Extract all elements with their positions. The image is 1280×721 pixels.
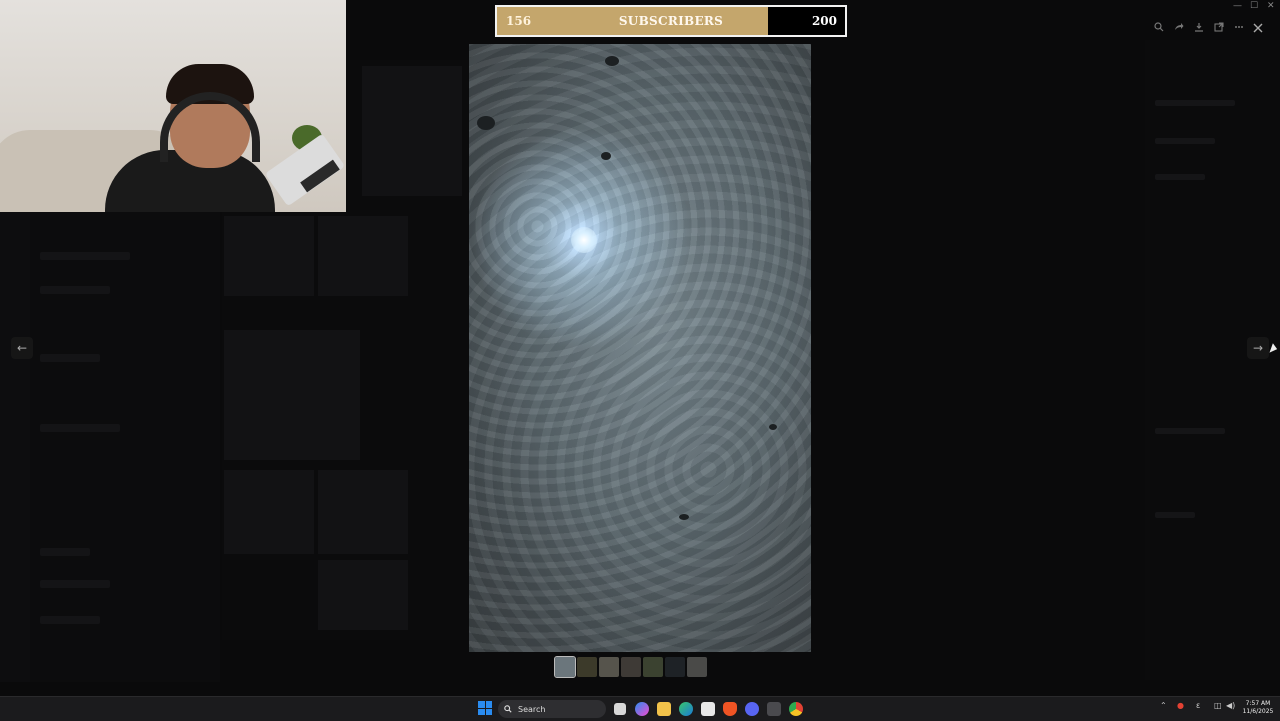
windows-start-icon[interactable]: [478, 701, 492, 715]
arrow-right-icon: →: [1252, 341, 1264, 355]
taskbar-search[interactable]: Search: [498, 700, 606, 718]
tray-overflow-icon[interactable]: ⌃: [1160, 701, 1167, 710]
open-external-icon[interactable]: [1210, 18, 1228, 36]
background-channel-row: [40, 616, 100, 624]
forward-icon[interactable]: [1170, 18, 1188, 36]
background-channel-row: [40, 580, 110, 588]
background-list-row: [1155, 100, 1235, 106]
background-list-row: [1155, 428, 1225, 434]
task-view-icon[interactable]: [614, 703, 626, 715]
taskbar-clock[interactable]: 7:57 AM 11/6/2025: [1240, 700, 1276, 716]
background-channel-row: [40, 354, 100, 362]
subscriber-label: SUBSCRIBERS: [618, 14, 724, 28]
background-channel-row: [40, 252, 130, 260]
thumbnail[interactable]: [554, 656, 576, 678]
background-tile: [362, 66, 462, 196]
thumbnail[interactable]: [665, 657, 685, 677]
background-right-panel: [1145, 40, 1280, 680]
arrow-left-icon: ←: [16, 341, 28, 355]
cloud-gap: [769, 424, 777, 430]
clock-time: 7:57 AM: [1245, 700, 1271, 707]
app-icon[interactable]: [767, 702, 781, 716]
brave-icon[interactable]: [723, 702, 737, 716]
background-tile: [318, 560, 408, 630]
volume-icon[interactable]: ◀): [1226, 701, 1235, 710]
cloud-gap: [477, 116, 495, 130]
copilot-icon[interactable]: [635, 702, 649, 716]
file-explorer-icon[interactable]: [657, 702, 671, 716]
zoom-icon[interactable]: [1150, 18, 1168, 36]
language-tray-icon[interactable]: ε: [1196, 701, 1200, 710]
background-list-row: [1155, 138, 1215, 144]
cloud-texture: [469, 44, 811, 652]
thumbnail[interactable]: [577, 657, 597, 677]
search-icon: [504, 705, 512, 713]
taskbar: Search ⌃ ● ε ◫ ◀) 7:57 AM 11/6/2025: [0, 696, 1280, 721]
viewer-toolbar: [1150, 18, 1248, 38]
background-tile: [318, 470, 408, 554]
background-list-row: [1155, 512, 1195, 518]
background-tile: [224, 216, 314, 296]
webcam-overlay: [0, 0, 346, 212]
clock-date: 11/6/2025: [1242, 708, 1274, 715]
close-window-icon[interactable]: ✕: [1267, 1, 1275, 11]
background-tile: [224, 330, 360, 460]
background-channel-row: [40, 286, 110, 294]
search-label: Search: [518, 704, 546, 714]
moon: [571, 227, 597, 253]
cloud-gap: [605, 56, 619, 66]
thumbnail[interactable]: [599, 657, 619, 677]
thumbnail[interactable]: [621, 657, 641, 677]
viewer-image[interactable]: [469, 44, 811, 652]
background-channel-row: [40, 424, 120, 432]
background-tile: [318, 216, 408, 296]
thumbnail-strip: [554, 656, 707, 678]
more-icon[interactable]: [1230, 18, 1248, 36]
background-channel-list: [30, 212, 220, 682]
next-image-button[interactable]: →: [1247, 337, 1269, 359]
discord-icon[interactable]: [745, 702, 759, 716]
previous-image-button[interactable]: ←: [11, 337, 33, 359]
chrome-icon[interactable]: [789, 702, 803, 716]
background-tile: [224, 470, 314, 554]
subscriber-goal: 200: [811, 14, 837, 28]
network-icon[interactable]: ◫: [1214, 701, 1222, 710]
download-icon[interactable]: [1190, 18, 1208, 36]
background-channel-row: [40, 548, 90, 556]
minimize-window-icon[interactable]: —: [1233, 1, 1242, 11]
thumbnail[interactable]: [643, 657, 663, 677]
close-icon[interactable]: [1248, 18, 1268, 38]
subscriber-goal-bar: 156 SUBSCRIBERS 200: [495, 5, 847, 37]
cloud-gap: [679, 514, 689, 520]
cloud-gap: [601, 152, 611, 160]
thumbnail[interactable]: [687, 657, 707, 677]
microphone-tray-icon[interactable]: ●: [1177, 701, 1184, 710]
maximize-window-icon[interactable]: ☐: [1250, 1, 1258, 11]
store-icon[interactable]: [701, 702, 715, 716]
background-server-sidebar: [0, 212, 30, 682]
edge-icon[interactable]: [679, 702, 693, 716]
background-list-row: [1155, 174, 1205, 180]
